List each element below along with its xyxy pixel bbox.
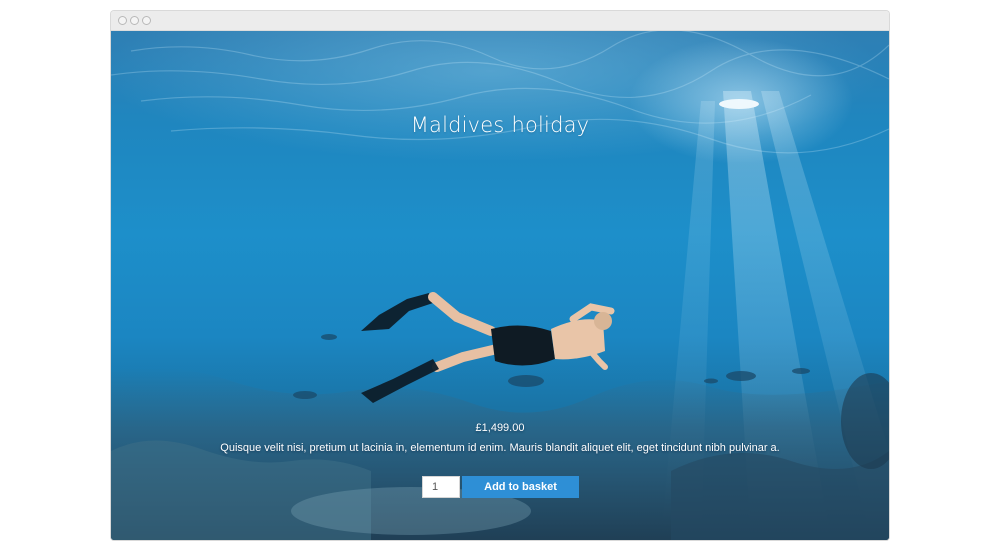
hero-banner: Maldives holiday £1,499.00 Quisque velit… (111, 31, 889, 540)
quantity-input[interactable] (422, 476, 460, 498)
minimize-window-icon[interactable] (130, 16, 139, 25)
diver-figure (361, 292, 615, 403)
add-to-basket-button[interactable]: Add to basket (462, 476, 579, 498)
browser-title-bar (111, 11, 889, 31)
close-window-icon[interactable] (118, 16, 127, 25)
product-price: £1,499.00 (475, 422, 525, 434)
underwater-scene-image (111, 31, 889, 540)
browser-window: Maldives holiday £1,499.00 Quisque velit… (111, 11, 889, 540)
page-title: Maldives holiday (410, 113, 590, 137)
zoom-window-icon[interactable] (142, 16, 151, 25)
product-description: Quisque velit nisi, pretium ut lacinia i… (220, 442, 780, 454)
